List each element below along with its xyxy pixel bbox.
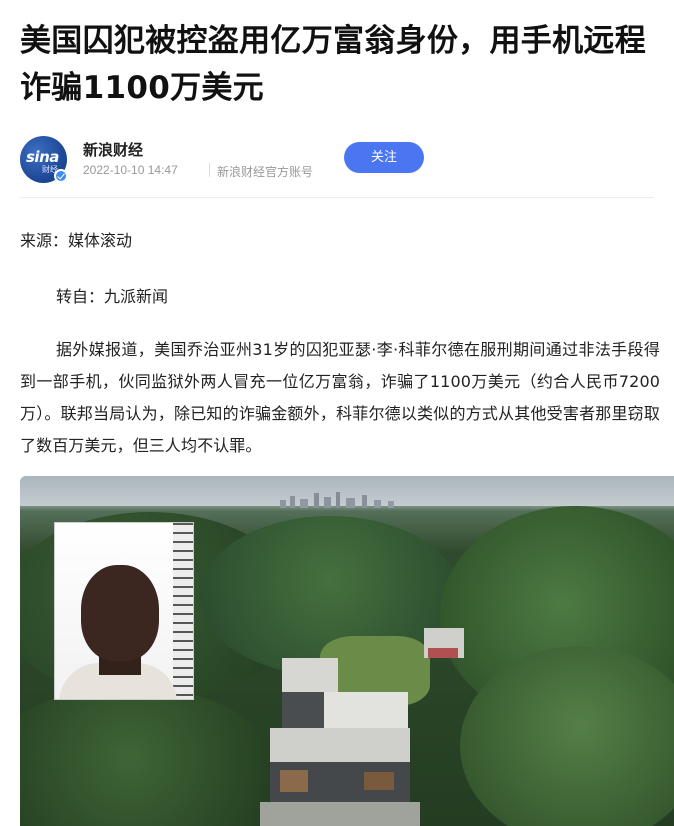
article-photo[interactable]	[20, 476, 674, 826]
follow-button[interactable]: 关注	[344, 142, 424, 173]
article-paragraph: 据外媒报道，美国乔治亚州31岁的囚犯亚瑟·李·科菲尔德在服刑期间通过非法手段得到…	[20, 340, 660, 455]
neighbor-house	[424, 628, 464, 658]
forest-canopy	[20, 686, 280, 826]
source-line: 来源：媒体滚动	[20, 231, 133, 250]
account-tag: 新浪财经官方账号	[217, 165, 314, 179]
mugshot-face	[81, 565, 159, 661]
transfer-line: 转自：九派新闻	[56, 287, 169, 306]
article-title: 美国囚犯被控盗用亿万富翁身份，用手机远程诈骗1100万美元	[20, 23, 646, 106]
meta-separator	[209, 163, 210, 177]
publish-time: 2022-10-10 14:47	[83, 163, 178, 177]
house	[260, 658, 420, 826]
city-skyline	[280, 492, 394, 508]
suspect-mugshot[interactable]	[54, 522, 194, 700]
height-ruler	[173, 523, 193, 699]
divider	[20, 197, 654, 198]
author-info: sina 财经 新浪财经 2022-10-10 14:47 新浪财经官方账号 关…	[20, 136, 660, 184]
verified-icon	[54, 169, 68, 183]
author-name[interactable]: 新浪财经	[83, 139, 143, 160]
